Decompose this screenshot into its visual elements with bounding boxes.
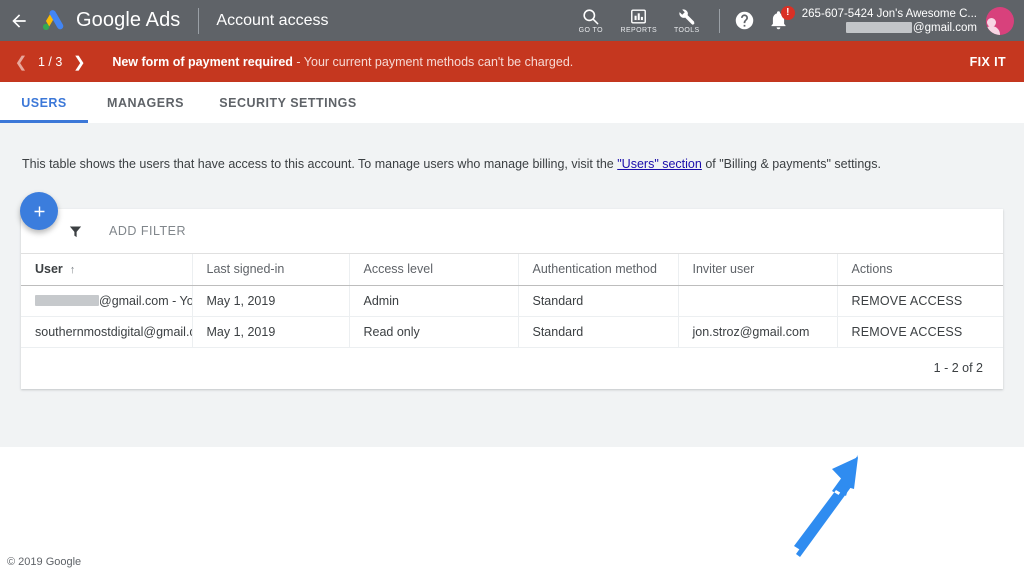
brand-divider	[198, 7, 200, 34]
cell-access-level: Admin	[349, 285, 519, 317]
tab-managers[interactable]: MANAGERS	[88, 82, 203, 123]
cell-actions: REMOVE ACCESS	[837, 316, 1003, 348]
help-question-icon[interactable]	[728, 0, 762, 41]
account-name: 265-607-5424 Jon's Awesome C...	[801, 7, 977, 20]
column-header-access-level[interactable]: Access level	[349, 254, 519, 286]
footer: © 2019 Google	[0, 551, 1024, 573]
chevron-right-icon[interactable]: ❯	[68, 47, 90, 77]
users-table: User ↑ Last signed-in Access level Authen…	[21, 254, 1003, 348]
add-user-button[interactable]	[20, 192, 58, 230]
account-email-suffix: @gmail.com	[912, 21, 977, 34]
top-bar-actions: GO TO REPORTS TOOLS ! 265-607-5424 Jon's…	[567, 0, 1024, 41]
column-header-last-signed-in[interactable]: Last signed-in	[192, 254, 350, 286]
description-text-2: of "Billing & payments" settings.	[701, 157, 881, 171]
banner-detail: - Your current payment methods can't be …	[292, 54, 574, 69]
users-table-card: ADD FILTER User ↑ Last signed-in Access l…	[21, 209, 1003, 389]
search-icon[interactable]: GO TO	[567, 0, 615, 41]
column-header-user[interactable]: User ↑	[21, 254, 193, 286]
add-filter-button[interactable]: ADD FILTER	[109, 224, 186, 238]
banner-counter: 1 / 3	[38, 54, 63, 69]
account-email: @gmail.com	[845, 21, 977, 35]
redacted-user-block	[35, 294, 99, 306]
chevron-left-icon[interactable]: ❮	[10, 47, 32, 77]
account-info[interactable]: 265-607-5424 Jon's Awesome C... @gmail.c…	[802, 7, 977, 35]
cell-user-label: @gmail.com - You	[99, 293, 192, 308]
cell-user: southernmostdigital@gmail.com	[21, 316, 193, 348]
tab-security-settings[interactable]: SECURITY SETTINGS	[203, 82, 373, 123]
cell-last-signed-in: May 1, 2019	[192, 285, 350, 317]
table-row: @gmail.com - You May 1, 2019 Admin Stand…	[21, 285, 1003, 317]
arrow-up-icon: ↑	[69, 264, 76, 277]
column-header-authentication-method[interactable]: Authentication method	[518, 254, 679, 286]
filter-bar: ADD FILTER	[21, 209, 1003, 254]
page-title: Account access	[216, 11, 329, 29]
tools-label: TOOLS	[673, 27, 700, 34]
redacted-email-block	[845, 22, 912, 33]
table-description: This table shows the users that have acc…	[22, 157, 881, 171]
google-ads-logo	[42, 9, 64, 30]
cell-inviter-user	[678, 285, 838, 317]
wrench-tools-icon[interactable]: TOOLS	[663, 0, 711, 41]
brand-name: Google Ads	[76, 9, 181, 31]
top-app-bar: Google Ads Account access GO TO REPORTS	[0, 0, 1024, 41]
cell-authentication-method: Standard	[518, 316, 679, 348]
banner-title: New form of payment required	[112, 54, 293, 69]
reports-label: REPORTS	[620, 27, 658, 34]
app-root: Google Ads Account access GO TO REPORTS	[0, 0, 1024, 573]
pagination-range: 1 - 2 of 2	[933, 361, 983, 375]
notification-badge: !	[780, 5, 795, 20]
go-to-label: GO TO	[578, 27, 603, 34]
banner-message: New form of payment required - Your curr…	[112, 55, 573, 69]
toolbar-divider	[718, 8, 720, 33]
cell-authentication-method: Standard	[518, 285, 679, 317]
description-text-1: This table shows the users that have acc…	[22, 157, 618, 171]
remove-access-button[interactable]: REMOVE ACCESS	[852, 294, 963, 308]
cell-last-signed-in: May 1, 2019	[192, 316, 350, 348]
column-header-user-label: User	[35, 262, 63, 277]
pagination: 1 - 2 of 2	[21, 348, 1003, 389]
table-header-row: User ↑ Last signed-in Access level Authen…	[21, 254, 1003, 286]
notification-bell-icon[interactable]: !	[762, 0, 796, 41]
fix-it-button[interactable]: FIX IT	[966, 49, 1010, 75]
users-section-link[interactable]: "Users" section	[617, 157, 702, 171]
user-avatar[interactable]	[986, 6, 1014, 35]
funnel-filter-icon[interactable]	[65, 224, 85, 239]
table-row: southernmostdigital@gmail.com May 1, 201…	[21, 316, 1003, 348]
plus-icon	[34, 206, 44, 216]
cell-access-level: Read only	[349, 316, 519, 348]
cell-inviter-user: jon.stroz@gmail.com	[678, 316, 838, 348]
tab-bar: USERS MANAGERS SECURITY SETTINGS	[0, 82, 1024, 123]
column-header-actions: Actions	[837, 254, 1003, 286]
back-arrow-icon[interactable]	[0, 0, 38, 41]
cell-actions: REMOVE ACCESS	[837, 285, 1003, 317]
tab-users[interactable]: USERS	[0, 82, 88, 123]
cell-user: @gmail.com - You	[21, 285, 193, 317]
column-header-inviter-user[interactable]: Inviter user	[678, 254, 838, 286]
remove-access-button[interactable]: REMOVE ACCESS	[852, 325, 963, 339]
alert-banner: ❮ 1 / 3 ❯ New form of payment required -…	[0, 41, 1024, 82]
reports-bar-chart-icon[interactable]: REPORTS	[615, 0, 663, 41]
copyright-text: © 2019 Google	[7, 556, 82, 568]
